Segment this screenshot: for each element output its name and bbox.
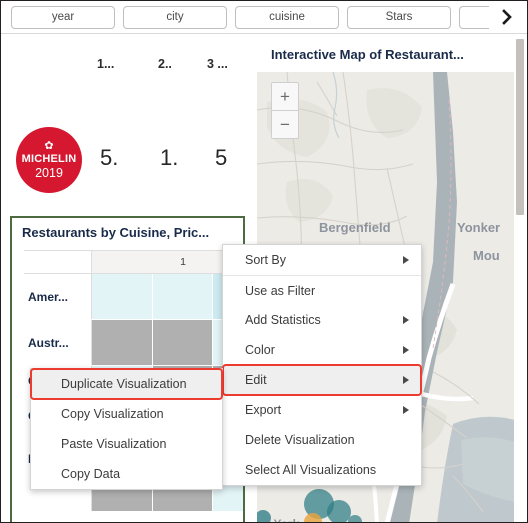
menu-item-label: Delete Visualization bbox=[245, 433, 355, 447]
menu-item-label: Sort By bbox=[245, 253, 286, 267]
submenu-item-copy-visualization[interactable]: Copy Visualization bbox=[31, 399, 222, 429]
edit-submenu[interactable]: Duplicate Visualization Copy Visualizatio… bbox=[30, 368, 223, 490]
menu-item-edit[interactable]: Edit bbox=[222, 364, 422, 396]
submenu-arrow-icon bbox=[403, 406, 409, 414]
heatmap-header-row: 1 bbox=[24, 250, 243, 274]
filter-chip-stars[interactable]: Stars bbox=[347, 5, 451, 29]
heatmap-row[interactable]: Amer... bbox=[24, 274, 243, 320]
menu-item-use-as-filter[interactable]: Use as Filter bbox=[223, 275, 421, 305]
filter-chip-city[interactable]: city bbox=[123, 5, 227, 29]
menu-item-color[interactable]: Color bbox=[223, 335, 421, 365]
map-zoom-in-button[interactable]: + bbox=[272, 83, 298, 111]
heatmap-cell[interactable] bbox=[92, 274, 153, 319]
kpi-header-2: 2.. bbox=[158, 57, 172, 71]
top-toolbar: year city cuisine Stars bbox=[1, 1, 527, 34]
kpi-value-2: 1. bbox=[160, 145, 179, 170]
menu-item-sort-by[interactable]: Sort By bbox=[223, 245, 421, 275]
menu-item-label: Copy Data bbox=[61, 467, 121, 481]
menu-item-label: Color bbox=[245, 343, 275, 357]
heatmap-corner-cell bbox=[24, 251, 92, 273]
heatmap-row[interactable]: Austr... bbox=[24, 320, 243, 366]
visualization-title: Restaurants by Cuisine, Pric... bbox=[22, 225, 210, 240]
context-menu[interactable]: Sort By Use as Filter Add Statistics Color E… bbox=[222, 244, 422, 486]
heatmap-cell[interactable] bbox=[152, 274, 214, 319]
menu-item-label: Duplicate Visualization bbox=[61, 377, 187, 391]
menu-item-label: Copy Visualization bbox=[61, 407, 164, 421]
menu-item-label: Edit bbox=[245, 373, 267, 387]
menu-item-label: Use as Filter bbox=[245, 283, 316, 298]
menu-item-select-all-visualizations[interactable]: Select All Visualizations bbox=[223, 455, 421, 485]
kpi-summary-panel: 1... 2.. 3 ... 5. 1. 5 ✿ MICHELIN 2019 bbox=[2, 35, 254, 207]
filter-chip-cuisine[interactable]: cuisine bbox=[235, 5, 339, 29]
menu-item-label: Add Statistics bbox=[245, 313, 321, 327]
submenu-item-duplicate-visualization[interactable]: Duplicate Visualization bbox=[30, 368, 223, 400]
menu-item-label: Export bbox=[245, 403, 282, 417]
michelin-badge: ✿ MICHELIN 2019 bbox=[16, 127, 82, 193]
michelin-year: 2019 bbox=[35, 165, 63, 180]
submenu-arrow-icon bbox=[403, 316, 409, 324]
application-window: year city cuisine Stars 1... 2.. 3 ... 5… bbox=[0, 0, 528, 523]
menu-item-label: Select All Visualizations bbox=[245, 463, 377, 477]
heatmap-cell[interactable] bbox=[92, 320, 153, 365]
vertical-scrollbar-thumb[interactable] bbox=[516, 39, 524, 215]
kpi-header-3: 3 ... bbox=[207, 57, 228, 71]
submenu-item-paste-visualization[interactable]: Paste Visualization bbox=[31, 429, 222, 459]
filter-chip-year[interactable]: year bbox=[11, 5, 115, 29]
kpi-header-1: 1... bbox=[97, 57, 115, 71]
filter-chip-overflow[interactable] bbox=[459, 5, 489, 29]
chevron-right-icon[interactable] bbox=[499, 6, 515, 28]
menu-item-delete-visualization[interactable]: Delete Visualization bbox=[223, 425, 421, 455]
submenu-arrow-icon bbox=[403, 376, 409, 384]
menu-item-add-statistics[interactable]: Add Statistics bbox=[223, 305, 421, 335]
kpi-value-1: 5. bbox=[100, 145, 119, 170]
submenu-arrow-icon bbox=[403, 256, 409, 264]
michelin-name: MICHELIN bbox=[21, 152, 77, 165]
submenu-item-copy-data[interactable]: Copy Data bbox=[31, 459, 222, 489]
heatmap-cell[interactable] bbox=[152, 320, 214, 365]
heatmap-row-label: Austr... bbox=[24, 320, 92, 365]
michelin-flower-icon: ✿ bbox=[44, 139, 54, 152]
map-title: Interactive Map of Restaurant... bbox=[271, 47, 464, 62]
menu-item-label: Paste Visualization bbox=[61, 437, 167, 451]
map-zoom-out-button[interactable]: − bbox=[272, 111, 298, 139]
map-zoom-controls[interactable]: + − bbox=[271, 82, 299, 139]
kpi-value-3: 5 bbox=[215, 145, 228, 170]
submenu-arrow-icon bbox=[403, 346, 409, 354]
heatmap-row-label: Amer... bbox=[24, 274, 92, 319]
menu-item-export[interactable]: Export bbox=[223, 395, 421, 425]
